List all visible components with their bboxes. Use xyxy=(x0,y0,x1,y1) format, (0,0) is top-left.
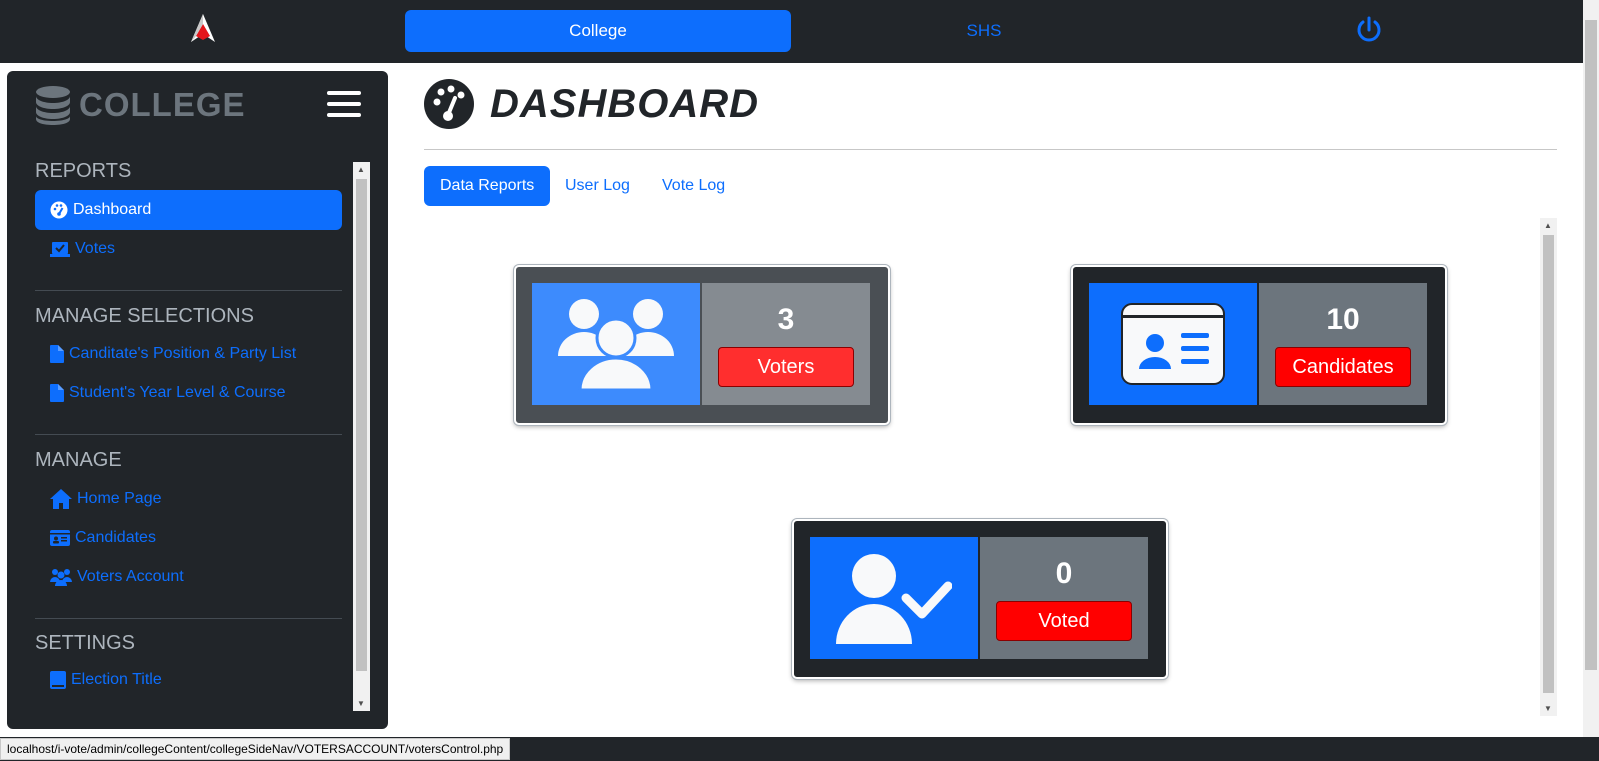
sidebar: COLLEGE REPORTS Dashboard Votes MANAGE S… xyxy=(7,71,388,729)
sidebar-scrollbar-thumb[interactable] xyxy=(356,179,367,671)
sidebar-divider xyxy=(35,434,342,435)
gauge-icon xyxy=(424,79,474,129)
users-icon xyxy=(50,569,72,586)
content-scrollbar[interactable]: ▲ ▼ xyxy=(1540,218,1557,716)
scroll-down-arrow-icon[interactable]: ▼ xyxy=(357,699,365,708)
voted-stat-box: 0 Voted xyxy=(980,537,1148,659)
sidebar-item-voters-account[interactable]: Voters Account xyxy=(35,557,342,597)
section-heading-manage-selections: MANAGE SELECTIONS xyxy=(35,305,254,327)
scroll-up-arrow-icon[interactable]: ▲ xyxy=(357,165,365,174)
browser-status-bar: localhost/i-vote/admin/collegeContent/co… xyxy=(0,737,1599,761)
sidebar-title: COLLEGE xyxy=(79,86,246,123)
tab-user-log[interactable]: User Log xyxy=(549,166,646,206)
section-heading-manage: MANAGE xyxy=(35,449,122,471)
file-icon xyxy=(50,384,64,402)
status-url: localhost/i-vote/admin/collegeContent/co… xyxy=(0,738,511,760)
file-icon xyxy=(50,345,64,363)
voters-stat-box: 3 Voters xyxy=(702,283,870,405)
sidebar-item-candidates[interactable]: Candidates xyxy=(35,518,342,558)
sidebar-item-label: Candidates xyxy=(75,529,156,546)
voted-count: 0 xyxy=(1055,557,1073,590)
sidebar-item-dashboard[interactable]: Dashboard xyxy=(35,190,342,230)
sidebar-item-label: Student's Year Level & Course xyxy=(69,384,286,401)
section-heading-settings: SETTINGS xyxy=(35,632,136,654)
page-scrollbar[interactable] xyxy=(1583,0,1599,737)
hamburger-menu-icon[interactable] xyxy=(327,91,361,119)
scroll-down-arrow-icon[interactable]: ▼ xyxy=(1544,704,1552,713)
sidebar-item-label: Election Title xyxy=(71,671,162,688)
top-navbar: College SHS xyxy=(0,0,1599,63)
page-title: DASHBOARD xyxy=(490,81,759,126)
voters-card-icon-box xyxy=(532,283,700,405)
voted-card-icon-box xyxy=(810,537,978,659)
sidebar-item-position-party-list[interactable]: Canditate's Position & Party List xyxy=(35,334,342,374)
content-scrollbar-thumb[interactable] xyxy=(1543,235,1554,693)
voters-label-button[interactable]: Voters xyxy=(718,347,854,387)
home-icon xyxy=(50,489,72,509)
users-icon xyxy=(558,299,674,390)
candidates-card[interactable]: 10 Candidates xyxy=(1071,265,1447,425)
section-heading-reports: REPORTS xyxy=(35,160,132,182)
page-scrollbar-thumb[interactable] xyxy=(1585,20,1597,670)
database-icon xyxy=(36,86,70,125)
power-icon[interactable] xyxy=(1355,16,1383,44)
tab-vote-log[interactable]: Vote Log xyxy=(646,166,741,206)
sidebar-item-year-level-course[interactable]: Student's Year Level & Course xyxy=(35,373,342,413)
header-divider xyxy=(424,149,1557,150)
candidates-count: 10 xyxy=(1326,303,1360,336)
sidebar-item-label: Canditate's Position & Party List xyxy=(69,345,297,362)
sidebar-item-label: Votes xyxy=(75,240,116,257)
candidates-card-icon-box xyxy=(1089,283,1257,405)
sidebar-item-home-page[interactable]: Home Page xyxy=(35,479,342,519)
candidates-label-button[interactable]: Candidates xyxy=(1275,347,1411,387)
app-logo-icon[interactable] xyxy=(189,12,217,44)
voters-count: 3 xyxy=(777,303,795,336)
sidebar-item-election-title[interactable]: Election Title xyxy=(35,660,342,700)
voters-card[interactable]: 3 Voters xyxy=(514,265,890,425)
voted-card[interactable]: 0 Voted xyxy=(792,519,1168,679)
gauge-icon xyxy=(50,201,68,219)
candidates-stat-box: 10 Candidates xyxy=(1259,283,1427,405)
voted-label-button[interactable]: Voted xyxy=(996,601,1132,641)
scroll-up-arrow-icon[interactable]: ▲ xyxy=(1544,221,1552,230)
user-check-icon xyxy=(836,554,952,644)
book-icon xyxy=(50,671,66,689)
sidebar-item-label: Dashboard xyxy=(73,201,152,218)
vote-box-icon xyxy=(50,242,70,257)
sidebar-scrollbar[interactable]: ▲ ▼ xyxy=(353,162,370,711)
page-header: DASHBOARD xyxy=(424,79,759,129)
id-card-icon xyxy=(50,530,70,546)
tab-college[interactable]: College xyxy=(405,10,791,52)
sidebar-item-label: Home Page xyxy=(77,490,162,507)
sidebar-divider xyxy=(35,290,342,291)
sidebar-item-label: Voters Account xyxy=(77,568,184,585)
id-card-icon xyxy=(1121,303,1225,385)
sidebar-item-votes[interactable]: Votes xyxy=(35,229,342,269)
sidebar-header: COLLEGE xyxy=(35,85,246,125)
tab-data-reports[interactable]: Data Reports xyxy=(424,166,551,206)
sidebar-divider xyxy=(35,618,342,619)
tab-shs[interactable]: SHS xyxy=(791,10,1177,52)
